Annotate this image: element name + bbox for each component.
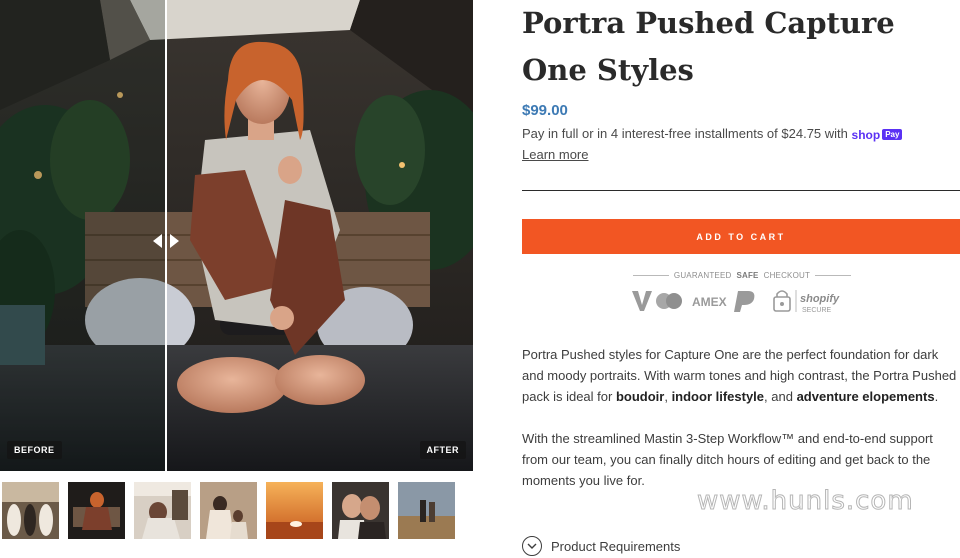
safe-checkout-suffix: CHECKOUT <box>763 271 811 280</box>
watermark-text: www.hunls.com <box>697 486 914 517</box>
payment-icons: AMEX shopify SECURE <box>632 290 840 314</box>
description-paragraph-1: Portra Pushed styles for Capture One are… <box>522 347 957 404</box>
lock-icon <box>773 290 791 312</box>
divider <box>522 190 960 191</box>
arrows-left-right-icon <box>153 234 179 248</box>
before-after-image[interactable]: BEFORE AFTER <box>0 0 473 471</box>
product-requirements-label: Product Requirements <box>551 538 681 554</box>
shoppay-shop-text: shop <box>851 127 881 142</box>
thumb-couple-closeup[interactable] <box>332 482 389 539</box>
paypal-icon <box>734 291 755 312</box>
installments-label: Pay in full or in 4 interest-free instal… <box>522 126 848 141</box>
thumb-mother-child[interactable] <box>200 482 257 539</box>
amex-icon: AMEX <box>692 295 727 309</box>
svg-text:shopify: shopify <box>800 293 840 305</box>
safe-checkout-label: GUARANTEED SAFE CHECKOUT <box>632 271 852 280</box>
product-price: $99.00 <box>522 102 568 119</box>
divider <box>815 275 852 276</box>
learn-more-link[interactable]: Learn more <box>522 147 588 162</box>
product-info: Portra Pushed Capture One Styles $99.00 … <box>522 0 960 556</box>
product-description: Portra Pushed styles for Capture One are… <box>522 344 960 491</box>
installments-text: Pay in full or in 4 interest-free instal… <box>522 126 903 142</box>
thumb-woman-sweater[interactable] <box>68 482 125 539</box>
shoppay-pay-text: Pay <box>882 129 903 141</box>
safe-checkout-prefix: GUARANTEED <box>673 271 732 280</box>
visa-icon <box>632 291 652 311</box>
svg-text:SECURE: SECURE <box>802 307 832 314</box>
before-after-drag-handle[interactable] <box>151 229 181 253</box>
description-paragraph-2: With the streamlined Mastin 3-Step Workf… <box>522 431 933 488</box>
shoppay-logo-icon: shop Pay <box>852 128 903 142</box>
portrait-photo <box>0 0 473 471</box>
divider <box>632 275 669 276</box>
safe-checkout-safe: SAFE <box>736 271 759 280</box>
add-to-cart-button[interactable]: ADD TO CART <box>522 219 960 254</box>
thumb-desert-sunset[interactable] <box>266 482 323 539</box>
chevron-down-icon <box>522 536 542 556</box>
mastercard-icon <box>656 293 682 309</box>
after-label: AFTER <box>419 441 466 459</box>
thumb-couple-field[interactable] <box>398 482 455 539</box>
thumbnail-strip <box>2 482 455 539</box>
before-label: BEFORE <box>7 441 62 459</box>
thumb-wedding-group[interactable] <box>2 482 59 539</box>
product-requirements-toggle[interactable]: Product Requirements <box>522 536 680 556</box>
safe-checkout-badge: GUARANTEED SAFE CHECKOUT AMEX shopify SE… <box>632 271 852 314</box>
shopify-secure-icon: shopify SECURE <box>800 293 840 314</box>
product-title: Portra Pushed Capture One Styles <box>522 6 895 87</box>
thumb-woman-interior[interactable] <box>134 482 191 539</box>
